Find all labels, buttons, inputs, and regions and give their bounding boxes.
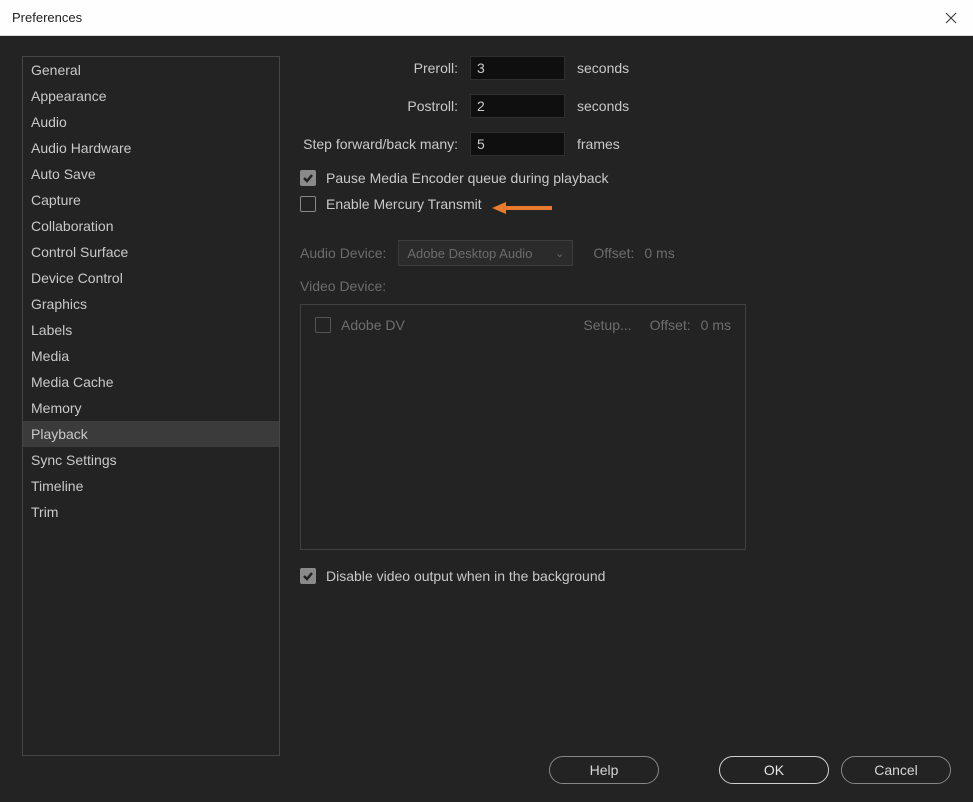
sidebar-item-media[interactable]: Media (23, 343, 279, 369)
step-label: Step forward/back many: (300, 136, 458, 152)
pause-encoder-row: Pause Media Encoder queue during playbac… (300, 170, 953, 186)
pause-encoder-label: Pause Media Encoder queue during playbac… (326, 170, 609, 186)
window-title: Preferences (12, 10, 82, 25)
dialog-footer: Help OK Cancel (549, 756, 951, 784)
close-button[interactable] (941, 8, 961, 28)
sidebar-item-device-control[interactable]: Device Control (23, 265, 279, 291)
sidebar-item-capture[interactable]: Capture (23, 187, 279, 213)
preroll-input[interactable] (470, 56, 565, 80)
sidebar-item-media-cache[interactable]: Media Cache (23, 369, 279, 395)
disable-bg-video-row: Disable video output when in the backgro… (300, 568, 953, 584)
sidebar-item-labels[interactable]: Labels (23, 317, 279, 343)
sidebar-item-control-surface[interactable]: Control Surface (23, 239, 279, 265)
main-panel: Preroll: seconds Postroll: seconds Step … (300, 56, 953, 594)
preroll-suffix: seconds (577, 60, 629, 76)
sidebar-item-trim[interactable]: Trim (23, 499, 279, 525)
video-device-checkbox (315, 317, 331, 333)
sidebar-item-collaboration[interactable]: Collaboration (23, 213, 279, 239)
checkmark-icon (302, 172, 314, 184)
video-device-list: Adobe DV Setup... Offset: 0 ms (300, 304, 746, 550)
audio-offset-value: 0 ms (644, 245, 674, 261)
audio-device-label: Audio Device: (300, 245, 386, 261)
sidebar-item-memory[interactable]: Memory (23, 395, 279, 421)
sidebar-item-general[interactable]: General (23, 57, 279, 83)
checkmark-icon (302, 570, 314, 582)
video-offset-value: 0 ms (701, 317, 731, 333)
video-device-setup: Setup... (583, 317, 631, 333)
sidebar-item-audio-hardware[interactable]: Audio Hardware (23, 135, 279, 161)
sidebar-item-auto-save[interactable]: Auto Save (23, 161, 279, 187)
sidebar-item-graphics[interactable]: Graphics (23, 291, 279, 317)
video-device-name: Adobe DV (341, 317, 583, 333)
video-offset-label: Offset: (650, 317, 691, 333)
audio-device-value: Adobe Desktop Audio (407, 246, 532, 261)
sidebar-item-appearance[interactable]: Appearance (23, 83, 279, 109)
postroll-input[interactable] (470, 94, 565, 118)
category-sidebar: GeneralAppearanceAudioAudio HardwareAuto… (22, 56, 280, 756)
cancel-button[interactable]: Cancel (841, 756, 951, 784)
step-row: Step forward/back many: frames (300, 132, 953, 156)
mercury-transmit-row: Enable Mercury Transmit (300, 196, 953, 212)
disable-bg-video-checkbox[interactable] (300, 568, 316, 584)
ok-button[interactable]: OK (719, 756, 829, 784)
sidebar-item-sync-settings[interactable]: Sync Settings (23, 447, 279, 473)
audio-device-row: Audio Device: Adobe Desktop Audio ⌄ Offs… (300, 240, 953, 266)
mercury-transmit-label: Enable Mercury Transmit (326, 196, 482, 212)
step-input[interactable] (470, 132, 565, 156)
content-area: GeneralAppearanceAudioAudio HardwareAuto… (0, 36, 973, 802)
audio-device-dropdown: Adobe Desktop Audio ⌄ (398, 240, 573, 266)
video-device-row: Adobe DV Setup... Offset: 0 ms (315, 317, 731, 333)
chevron-down-icon: ⌄ (555, 247, 564, 260)
preroll-label: Preroll: (300, 60, 458, 76)
audio-offset-label: Offset: (593, 245, 634, 261)
sidebar-item-audio[interactable]: Audio (23, 109, 279, 135)
postroll-suffix: seconds (577, 98, 629, 114)
sidebar-item-playback[interactable]: Playback (23, 421, 279, 447)
help-button[interactable]: Help (549, 756, 659, 784)
disable-bg-video-label: Disable video output when in the backgro… (326, 568, 605, 584)
video-device-label: Video Device: (300, 278, 953, 294)
postroll-label: Postroll: (300, 98, 458, 114)
annotation-arrow-icon (492, 200, 554, 216)
postroll-row: Postroll: seconds (300, 94, 953, 118)
step-suffix: frames (577, 136, 620, 152)
mercury-transmit-checkbox[interactable] (300, 196, 316, 212)
close-icon (945, 12, 957, 24)
titlebar: Preferences (0, 0, 973, 36)
pause-encoder-checkbox[interactable] (300, 170, 316, 186)
sidebar-item-timeline[interactable]: Timeline (23, 473, 279, 499)
preroll-row: Preroll: seconds (300, 56, 953, 80)
